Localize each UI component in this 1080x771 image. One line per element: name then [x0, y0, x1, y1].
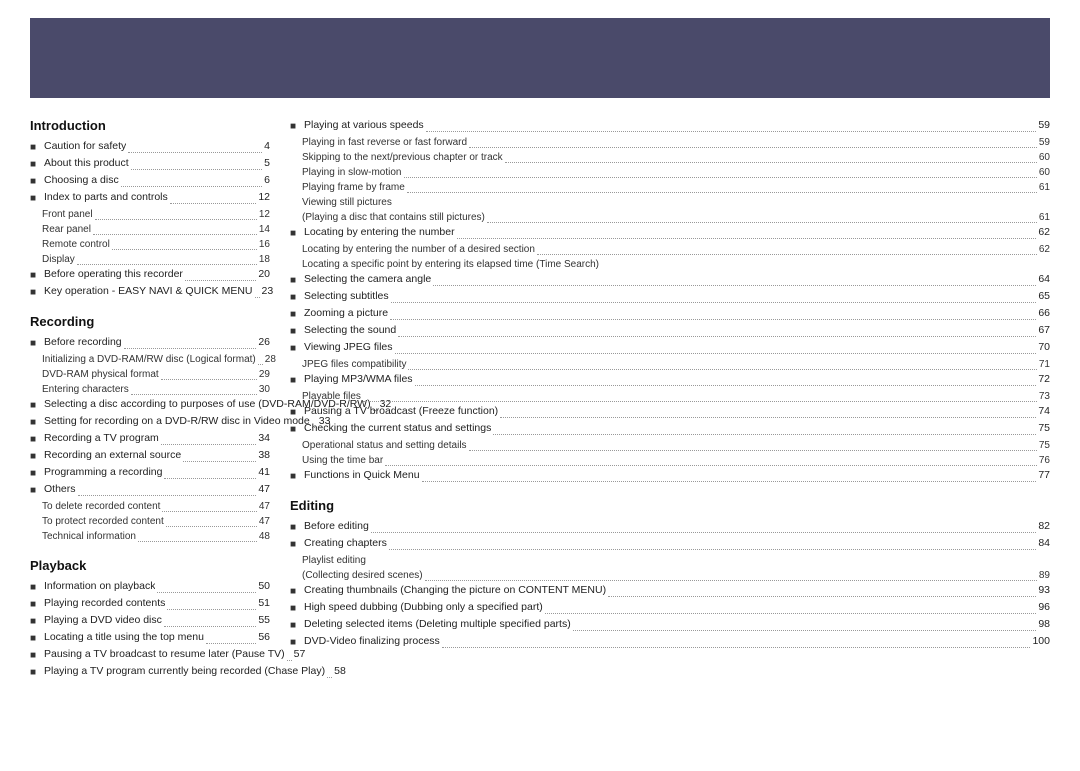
- toc-entry: ■Locating by entering the number62: [290, 225, 1050, 241]
- section-title: Playback: [30, 558, 270, 573]
- toc-entry: ■Others47: [30, 482, 270, 498]
- toc-sub-entry: Using the time bar76: [302, 453, 1050, 468]
- toc-entry: ■Index to parts and controls12: [30, 190, 270, 206]
- toc-sub-entry: Remote control16: [42, 237, 270, 252]
- right-column: ■Playing at various speeds59Playing in f…: [290, 118, 1050, 761]
- toc-sub-entry: Playing in fast reverse or fast forward5…: [302, 135, 1050, 150]
- toc-entry: ■Checking the current status and setting…: [290, 421, 1050, 437]
- toc-sub-entry: JPEG files compatibility71: [302, 357, 1050, 372]
- toc-sub-entry: Initializing a DVD-RAM/RW disc (Logical …: [42, 352, 270, 367]
- toc-entry: ■Recording an external source38: [30, 448, 270, 464]
- header-banner: [30, 18, 1050, 98]
- toc-entry: ■Setting for recording on a DVD-R/RW dis…: [30, 414, 270, 430]
- toc-plain-entry: Locating a specific point by entering it…: [302, 257, 1050, 272]
- toc-entry: ■DVD-Video finalizing process100: [290, 634, 1050, 650]
- toc-entry: ■Selecting a disc according to purposes …: [30, 397, 270, 413]
- toc-entry: ■Pausing a TV broadcast to resume later …: [30, 647, 270, 663]
- toc-sub-entry: Technical information48: [42, 529, 270, 544]
- toc-entry: ■Selecting the sound67: [290, 323, 1050, 339]
- toc-entry: ■Information on playback50: [30, 579, 270, 595]
- toc-entry: ■Choosing a disc6: [30, 173, 270, 189]
- toc-entry: ■Before operating this recorder20: [30, 267, 270, 283]
- toc-sub-entry: Front panel12: [42, 207, 270, 222]
- section-title: Editing: [290, 498, 1050, 513]
- toc-sub-entry: DVD-RAM physical format29: [42, 367, 270, 382]
- toc-entry: ■Playing MP3/WMA files72: [290, 372, 1050, 388]
- toc-entry: ■Playing recorded contents51: [30, 596, 270, 612]
- section-title: Introduction: [30, 118, 270, 133]
- toc-entry: ■Before editing82: [290, 519, 1050, 535]
- section-title: Recording: [30, 314, 270, 329]
- toc-sub-entry: To protect recorded content47: [42, 514, 270, 529]
- left-column: Introduction ■Caution for safety4■About t…: [30, 118, 270, 761]
- toc-entry: ■Zooming a picture66: [290, 306, 1050, 322]
- page-wrapper: Introduction ■Caution for safety4■About t…: [0, 0, 1080, 771]
- toc-sub-entry: To delete recorded content47: [42, 499, 270, 514]
- toc-entry: ■Playing a TV program currently being re…: [30, 664, 270, 680]
- toc-entry: ■Recording a TV program34: [30, 431, 270, 447]
- toc-sub-entry: Playing frame by frame61: [302, 180, 1050, 195]
- toc-entry: ■Deleting selected items (Deleting multi…: [290, 617, 1050, 633]
- toc-entry: ■Functions in Quick Menu77: [290, 468, 1050, 484]
- toc-sub-entry: Entering characters30: [42, 382, 270, 397]
- toc-entry: ■Playing at various speeds59: [290, 118, 1050, 134]
- toc-sub-entry: Rear panel14: [42, 222, 270, 237]
- toc-entry: ■About this product5: [30, 156, 270, 172]
- toc-sub-entry: (Playing a disc that contains still pict…: [302, 210, 1050, 225]
- toc-entry: ■Selecting the camera angle64: [290, 272, 1050, 288]
- toc-sub-entry: Playing in slow-motion60: [302, 165, 1050, 180]
- main-content: Introduction ■Caution for safety4■About t…: [30, 118, 1050, 761]
- toc-entry: ■Locating a title using the top menu56: [30, 630, 270, 646]
- toc-entry: ■Creating thumbnails (Changing the pictu…: [290, 583, 1050, 599]
- toc-entry: ■Programming a recording41: [30, 465, 270, 481]
- toc-plain-entry: Playlist editing: [302, 553, 1050, 568]
- toc-entry: ■Pausing a TV broadcast (Freeze function…: [290, 404, 1050, 420]
- toc-entry: ■Key operation - EASY NAVI & QUICK MENU2…: [30, 284, 270, 300]
- toc-sub-entry: Locating by entering the number of a des…: [302, 242, 1050, 257]
- toc-entry: ■Viewing JPEG files70: [290, 340, 1050, 356]
- toc-sub-entry: Skipping to the next/previous chapter or…: [302, 150, 1050, 165]
- toc-sub-entry: (Collecting desired scenes)89: [302, 568, 1050, 583]
- toc-entry: ■Selecting subtitles65: [290, 289, 1050, 305]
- toc-entry: ■Before recording26: [30, 335, 270, 351]
- toc-sub-entry: Operational status and setting details75: [302, 438, 1050, 453]
- toc-sub-entry: Display18: [42, 252, 270, 267]
- toc-sub-entry: Playable files73: [302, 389, 1050, 404]
- toc-entry: ■Creating chapters84: [290, 536, 1050, 552]
- toc-entry: ■Caution for safety4: [30, 139, 270, 155]
- toc-entry: ■High speed dubbing (Dubbing only a spec…: [290, 600, 1050, 616]
- toc-plain-entry: Viewing still pictures: [302, 195, 1050, 210]
- toc-entry: ■Playing a DVD video disc55: [30, 613, 270, 629]
